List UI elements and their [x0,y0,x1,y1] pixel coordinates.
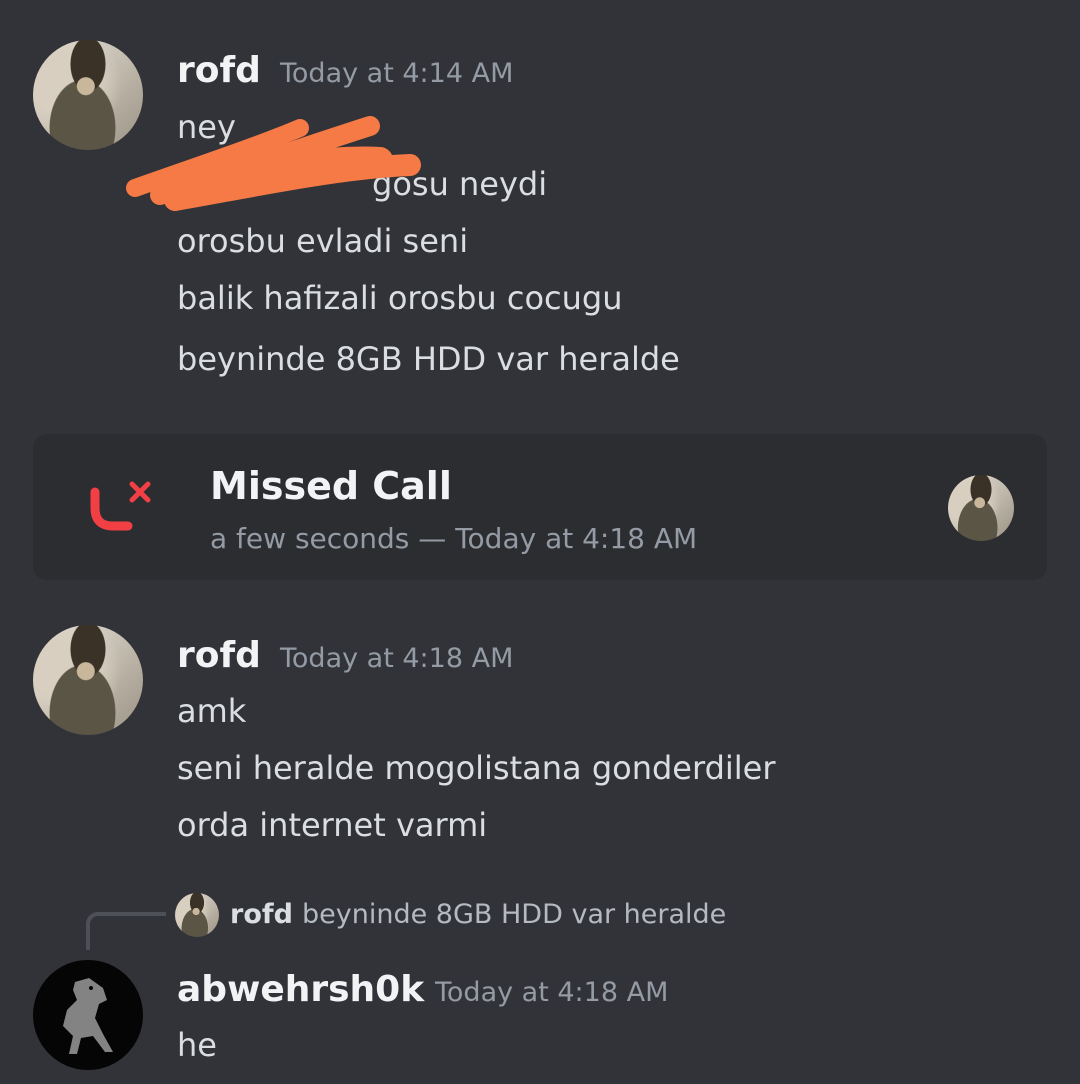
avatar[interactable] [33,625,143,735]
reply-preview[interactable]: beyninde 8GB HDD var heralde [302,899,726,930]
reply-connector [86,912,166,950]
message-line: balik hafizali orosbu cocugu [177,279,623,317]
horse-icon [63,978,113,1054]
message-author[interactable]: rofd [177,635,261,676]
missed-call-icon [90,481,151,531]
message-line: he [177,1026,217,1064]
caller-avatar[interactable] [948,475,1014,541]
avatar[interactable] [33,960,143,1070]
message-author[interactable]: abwehrsh0k [177,969,424,1010]
message-line: seni heralde mogolistana gonderdiler [177,749,776,787]
missed-call-title: Missed Call [210,464,452,508]
message-line: orosbu evladi seni [177,222,469,260]
reply-avatar[interactable] [175,893,219,937]
message-author[interactable]: rofd [177,50,261,91]
message-timestamp: Today at 4:18 AM [435,977,669,1008]
message-timestamp: Today at 4:18 AM [280,643,514,674]
message-line: orda internet varmi [177,806,488,844]
message-timestamp: Today at 4:14 AM [280,58,514,89]
message-line: amk [177,692,247,730]
reply-author[interactable]: rofd [230,899,293,930]
missed-call-subtitle: a few seconds — Today at 4:18 AM [210,522,698,555]
message-line: beyninde 8GB HDD var heralde [177,340,680,378]
redaction-scribble [126,116,421,211]
missed-call-card[interactable] [33,434,1047,580]
